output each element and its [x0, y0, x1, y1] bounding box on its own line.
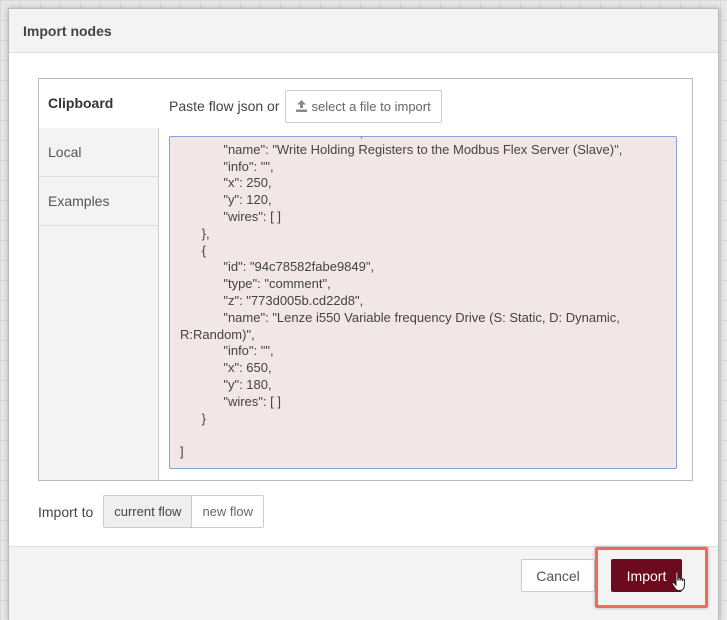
dialog-title: Import nodes [23, 23, 112, 39]
json-line: "type": "comment", [180, 276, 331, 292]
upload-icon [295, 100, 307, 112]
tab-examples[interactable]: Examples [39, 177, 158, 226]
json-line: "wires": [ ] [180, 393, 281, 409]
cancel-button[interactable]: Cancel [521, 559, 595, 592]
current-flow-option[interactable]: current flow [104, 496, 193, 527]
hand-pointer-icon [671, 571, 685, 591]
json-content: "z": "773d005b.cd22d8", "name": "Write H… [180, 137, 670, 461]
json-line [180, 427, 670, 444]
dialog-footer: Cancel Import [9, 546, 718, 620]
paste-label: Paste flow json or [169, 98, 280, 114]
json-line: ] [180, 444, 184, 460]
select-file-label: select a file to import [311, 98, 431, 114]
json-line: "x": 650, [180, 360, 272, 376]
json-line: "name": "Write Holding Registers to the … [180, 141, 623, 157]
json-line: "info": "", [180, 158, 274, 174]
dialog-titlebar: Import nodes [9, 9, 718, 53]
json-line: "y": 120, [180, 192, 272, 208]
json-line: }, [180, 225, 210, 241]
json-textarea[interactable]: "z": "773d005b.cd22d8", "name": "Write H… [169, 136, 677, 469]
select-file-button[interactable]: select a file to import [284, 89, 442, 123]
import-to-row: Import to current flow new flow [38, 495, 265, 528]
json-line: "x": 250, [180, 175, 272, 191]
tab-examples-label: Examples [48, 193, 110, 209]
json-line: "wires": [ ] [180, 208, 281, 224]
paste-row: Paste flow json or select a file to impo… [169, 89, 442, 123]
source-tabs: Clipboard Local Examples [39, 79, 159, 480]
import-panel: Clipboard Local Examples Paste flow json… [38, 78, 693, 481]
import-target-toggle: current flow new flow [103, 495, 265, 528]
json-line: } [180, 410, 207, 426]
import-nodes-dialog: Import nodes Clipboard Local Examples Pa… [8, 8, 719, 620]
tab-clipboard-label: Clipboard [48, 95, 114, 111]
tab-local[interactable]: Local [39, 128, 158, 177]
import-to-label: Import to [38, 503, 94, 520]
json-line: "name": "Lenze i550 Variable frequency D… [180, 309, 620, 325]
tab-clipboard[interactable]: Clipboard [39, 79, 159, 128]
json-line: { [180, 242, 207, 258]
new-flow-option[interactable]: new flow [192, 496, 264, 527]
json-line: "id": "94c78582fabe9849", [180, 259, 375, 275]
tab-local-label: Local [48, 144, 82, 160]
json-line: "info": "", [180, 343, 274, 359]
json-line: "z": "773d005b.cd22d8", [180, 292, 364, 308]
json-line: "y": 180, [180, 376, 272, 392]
json-line: R:Random)", [180, 326, 255, 342]
